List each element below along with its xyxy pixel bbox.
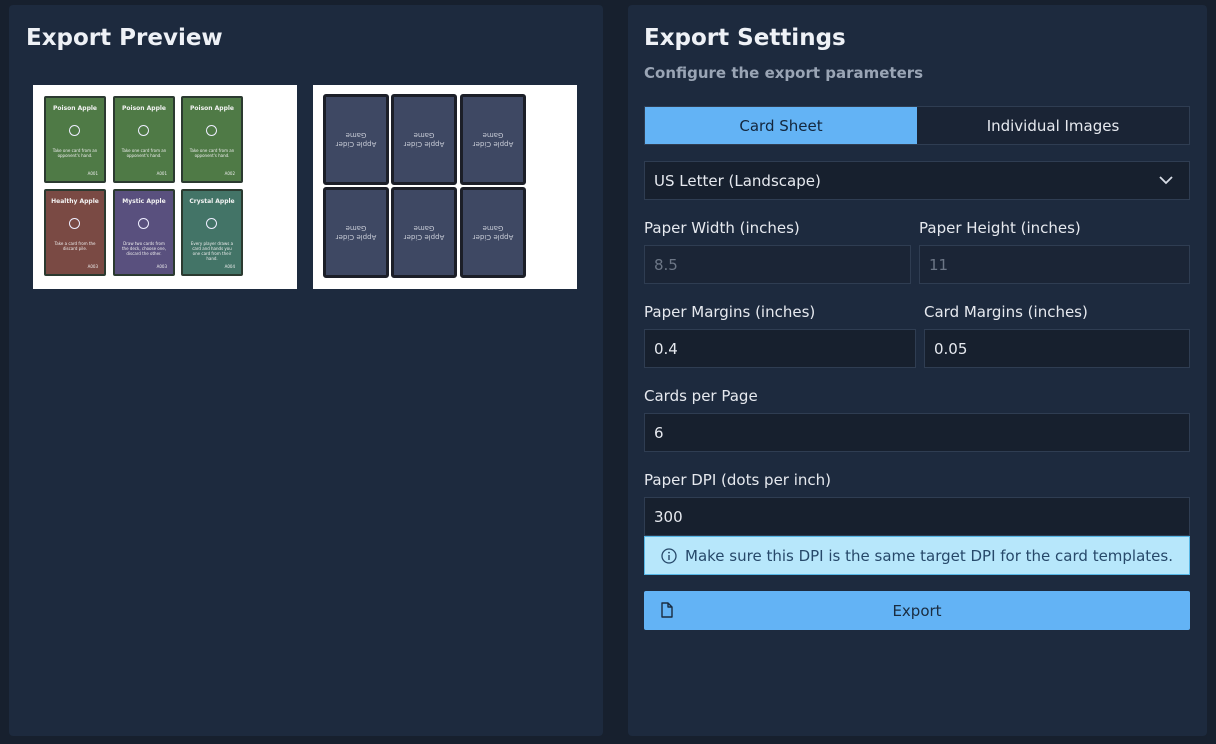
card-front: Poison Apple Take one card from an oppon… — [181, 96, 243, 183]
card-back-text: Apple Cider Game — [335, 224, 377, 241]
card-name: Crystal Apple — [189, 198, 235, 205]
card-back-text: Apple Cider Game — [403, 131, 445, 148]
export-settings-panel: Export Settings Configure the export par… — [628, 5, 1207, 736]
back-sheet-preview: Apple Cider Game Apple Cider Game Apple … — [313, 85, 577, 289]
card-ring-icon — [69, 125, 80, 136]
paper-height-input[interactable]: 11 — [919, 245, 1190, 284]
card-back-text: Apple Cider Game — [403, 224, 445, 241]
card-text: Draw two cards from the deck, choose one… — [121, 241, 167, 256]
card-back: Apple Cider Game — [323, 187, 389, 278]
card-back: Apple Cider Game — [323, 94, 389, 185]
card-ring-icon — [206, 218, 217, 229]
paper-margins-label: Paper Margins (inches) — [644, 303, 816, 321]
front-sheet-preview: Poison Apple Take one card from an oppon… — [33, 85, 297, 289]
card-text: Take one card from an opponent's hand. — [52, 148, 98, 158]
card-front: Healthy Apple Take a card from the disca… — [44, 189, 106, 276]
tab-individual-images[interactable]: Individual Images — [917, 107, 1189, 144]
card-id: A002 — [224, 171, 235, 176]
card-front: Crystal Apple Every player draws a card … — [181, 189, 243, 276]
card-ring-icon — [69, 218, 80, 229]
export-button-label: Export — [892, 601, 942, 620]
paper-height-label: Paper Height (inches) — [919, 219, 1081, 237]
card-back-text: Apple Cider Game — [335, 131, 377, 148]
card-front: Poison Apple Take one card from an oppon… — [113, 96, 175, 183]
dpi-input[interactable]: 300 — [644, 497, 1190, 536]
info-icon — [661, 547, 677, 564]
export-mode-tabs: Card Sheet Individual Images — [644, 106, 1190, 145]
card-back-text: Apple Cider Game — [472, 224, 514, 241]
card-ring-icon — [138, 218, 149, 229]
card-text: Take one card from an opponent's hand. — [189, 148, 235, 158]
settings-title: Export Settings — [644, 25, 846, 51]
card-id: A003 — [87, 264, 98, 269]
card-name: Poison Apple — [190, 105, 234, 112]
chevron-down-icon — [1159, 176, 1173, 185]
card-text: Take one card from an opponent's hand. — [121, 148, 167, 158]
file-icon — [661, 602, 673, 618]
card-text: Every player draws a card and hands you … — [190, 241, 234, 261]
paper-size-value: US Letter (Landscape) — [654, 171, 821, 190]
dpi-label: Paper DPI (dots per inch) — [644, 471, 832, 489]
settings-subtitle: Configure the export parameters — [644, 64, 924, 82]
card-front: Mystic Apple Draw two cards from the dec… — [113, 189, 175, 276]
card-name: Poison Apple — [53, 105, 97, 112]
card-back: Apple Cider Game — [460, 94, 526, 185]
card-name: Healthy Apple — [51, 198, 99, 205]
preview-title: Export Preview — [26, 25, 223, 51]
tab-card-sheet[interactable]: Card Sheet — [645, 107, 917, 144]
card-margins-label: Card Margins (inches) — [924, 303, 1088, 321]
export-button[interactable]: Export — [644, 591, 1190, 630]
paper-size-select[interactable]: US Letter (Landscape) — [644, 161, 1190, 200]
paper-width-label: Paper Width (inches) — [644, 219, 800, 237]
card-back-text: Apple Cider Game — [472, 131, 514, 148]
card-back: Apple Cider Game — [460, 187, 526, 278]
card-name: Mystic Apple — [122, 198, 166, 205]
card-margins-input[interactable]: 0.05 — [924, 329, 1190, 368]
card-id: A001 — [156, 171, 167, 176]
dpi-info-alert: Make sure this DPI is the same target DP… — [644, 536, 1190, 575]
card-ring-icon — [138, 125, 149, 136]
export-preview-panel: Export Preview Poison Apple Take one car… — [9, 5, 603, 736]
card-name: Poison Apple — [122, 105, 166, 112]
dpi-info-text: Make sure this DPI is the same target DP… — [685, 546, 1173, 565]
card-ring-icon — [206, 125, 217, 136]
card-back: Apple Cider Game — [391, 94, 457, 185]
paper-width-input[interactable]: 8.5 — [644, 245, 911, 284]
card-id: A003 — [156, 264, 167, 269]
card-front: Poison Apple Take one card from an oppon… — [44, 96, 106, 183]
card-back: Apple Cider Game — [391, 187, 457, 278]
paper-margins-input[interactable]: 0.4 — [644, 329, 916, 368]
cards-per-page-input[interactable]: 6 — [644, 413, 1190, 452]
card-id: A001 — [87, 171, 98, 176]
card-text: Take a card from the discard pile. — [54, 241, 96, 251]
cards-per-page-label: Cards per Page — [644, 387, 758, 405]
card-id: A004 — [224, 264, 235, 269]
